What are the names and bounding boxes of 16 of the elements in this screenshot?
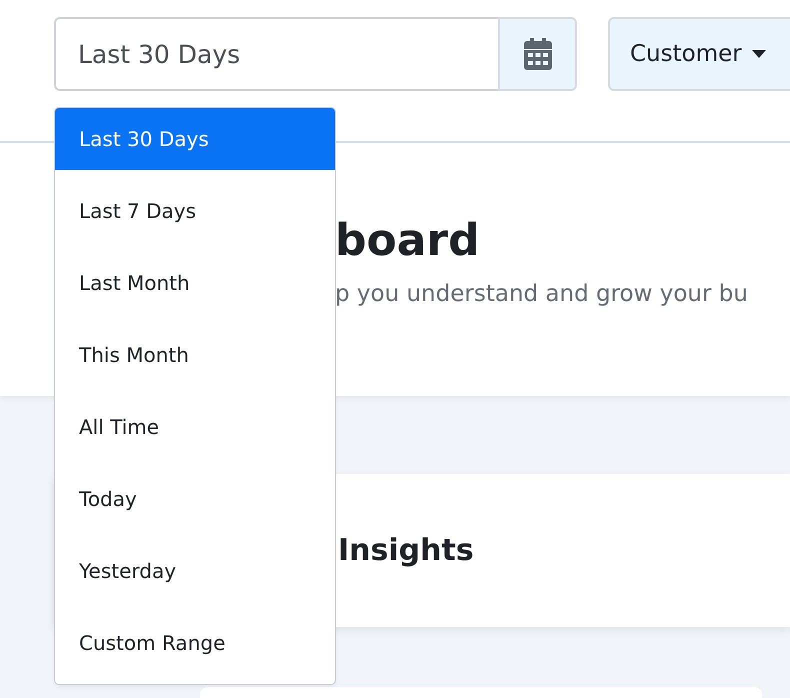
caret-icon: [752, 50, 766, 58]
menu-item[interactable]: All Time: [55, 396, 335, 458]
menu-item[interactable]: Custom Range: [55, 612, 335, 674]
menu-item[interactable]: Yesterday: [55, 540, 335, 602]
calendar-icon: [524, 38, 552, 70]
menu-item[interactable]: This Month: [55, 324, 335, 386]
date-range-field[interactable]: Last 30 Days: [54, 17, 498, 91]
page-subtitle: p you understand and grow your bu: [335, 280, 749, 309]
card-title: Insights: [338, 533, 474, 568]
customer-dropdown-button[interactable]: Customer: [608, 17, 790, 91]
page-title: board: [335, 214, 481, 268]
calendar-button[interactable]: [498, 17, 577, 91]
menu-item[interactable]: Today: [55, 468, 335, 530]
menu-item[interactable]: Last Month: [55, 252, 335, 314]
menu-item[interactable]: Last 30 Days: [55, 108, 335, 170]
menu-item[interactable]: Last 7 Days: [55, 180, 335, 242]
